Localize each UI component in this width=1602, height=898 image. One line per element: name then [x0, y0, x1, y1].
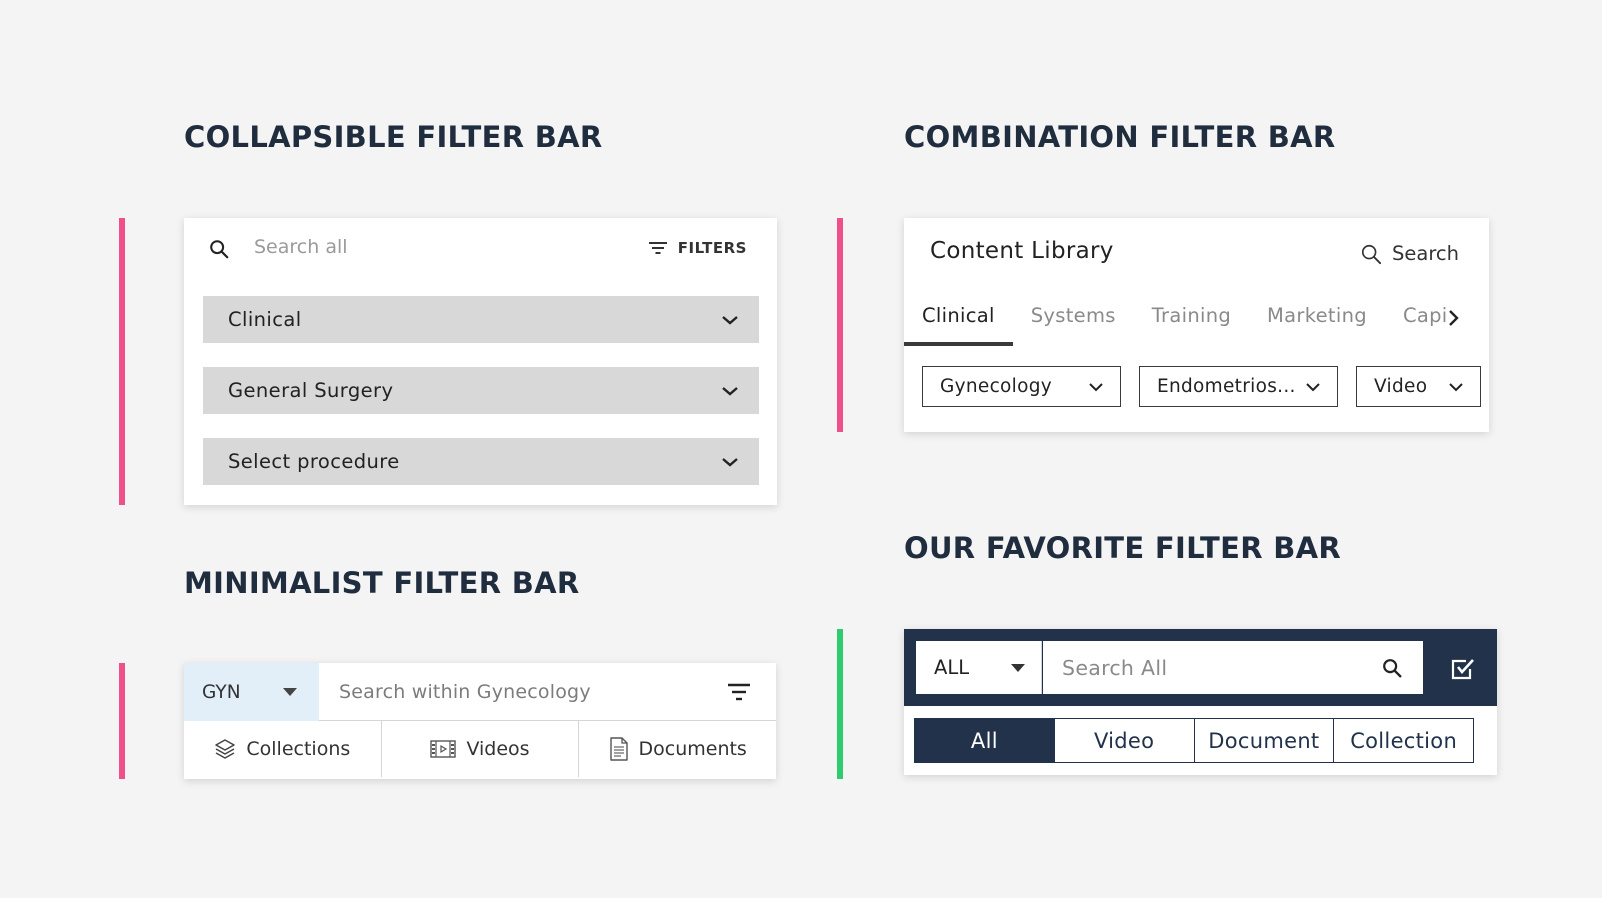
- layers-icon: [214, 738, 236, 760]
- chip-gynecology[interactable]: Gynecology: [922, 366, 1121, 407]
- document-icon: [609, 737, 629, 761]
- search-button[interactable]: Search: [1360, 242, 1459, 265]
- dropdown-general-surgery[interactable]: General Surgery: [203, 367, 759, 414]
- search-input[interactable]: Search all: [254, 236, 348, 258]
- accent-bar-pink: [119, 218, 125, 505]
- search-label: Search: [1392, 242, 1459, 265]
- chevron-down-icon: [721, 314, 739, 326]
- chevron-right-icon[interactable]: [1445, 308, 1461, 328]
- scope-value: GYN: [202, 681, 241, 703]
- favorite-section-title: OUR FAVORITE FILTER BAR: [904, 531, 1342, 565]
- chevron-down-icon: [1088, 382, 1104, 392]
- accent-bar-green: [837, 629, 843, 779]
- chevron-down-icon: [721, 456, 739, 468]
- chevron-down-icon: [1305, 382, 1321, 392]
- filters-label: FILTERS: [677, 239, 747, 257]
- dropdown-select-procedure[interactable]: Select procedure: [203, 438, 759, 485]
- chevron-down-icon: [721, 385, 739, 397]
- segment-document[interactable]: Document: [1195, 719, 1335, 762]
- favorite-filter-bar: ALL Search All All Video Document Collec…: [904, 629, 1497, 775]
- tab-clinical[interactable]: Clinical: [904, 300, 1013, 346]
- caret-down-icon: [1011, 663, 1025, 672]
- type-segmented-control: All Video Document Collection: [914, 718, 1474, 763]
- accent-bar-pink: [837, 218, 843, 432]
- caret-down-icon: [283, 688, 297, 696]
- dropdown-label: General Surgery: [228, 379, 394, 402]
- search-field[interactable]: Search All: [1043, 641, 1423, 694]
- tab-label: Videos: [466, 738, 530, 760]
- tab-training[interactable]: Training: [1134, 300, 1249, 346]
- tab-systems[interactable]: Systems: [1013, 300, 1134, 346]
- minimalist-section-title: MINIMALIST FILTER BAR: [184, 566, 580, 600]
- accent-bar-pink: [119, 663, 125, 779]
- segment-collection[interactable]: Collection: [1334, 719, 1473, 762]
- chip-label: Endometrios...: [1157, 376, 1296, 397]
- filter-lines-icon[interactable]: [726, 681, 752, 703]
- chip-video[interactable]: Video: [1356, 366, 1481, 407]
- tab-marketing[interactable]: Marketing: [1249, 300, 1385, 346]
- dropdown-label: Clinical: [228, 308, 302, 331]
- scope-select[interactable]: GYN: [184, 663, 319, 721]
- tab-collections[interactable]: Collections: [184, 721, 382, 777]
- collapsible-section-title: COLLAPSIBLE FILTER BAR: [184, 120, 603, 154]
- combination-section-title: COMBINATION FILTER BAR: [904, 120, 1336, 154]
- chip-label: Video: [1374, 376, 1428, 397]
- dropdown-label: Select procedure: [228, 450, 400, 473]
- search-row: Search all FILTERS: [184, 218, 777, 280]
- chip-label: Gynecology: [940, 376, 1053, 397]
- tab-videos[interactable]: Videos: [382, 721, 580, 777]
- search-icon[interactable]: [1381, 657, 1403, 679]
- search-row: ALL Search All: [904, 629, 1497, 706]
- tab-label: Collections: [246, 738, 351, 760]
- search-icon[interactable]: [206, 236, 232, 262]
- chip-endometriosis[interactable]: Endometrios...: [1139, 366, 1338, 407]
- search-icon: [1360, 243, 1382, 265]
- collapsible-filter-bar: Search all FILTERS Clinical General Surg…: [184, 218, 777, 505]
- search-input[interactable]: Search within Gynecology: [339, 681, 591, 703]
- search-row: GYN Search within Gynecology: [184, 663, 776, 721]
- dropdown-clinical[interactable]: Clinical: [203, 296, 759, 343]
- filter-lines-icon: [648, 240, 668, 256]
- search-input[interactable]: Search All: [1062, 656, 1167, 680]
- combination-filter-bar: Content Library Search Clinical Systems …: [904, 218, 1489, 432]
- tab-documents[interactable]: Documents: [579, 721, 776, 777]
- scope-select[interactable]: ALL: [916, 641, 1042, 694]
- type-tabs: Collections Videos Documents: [184, 721, 776, 777]
- minimalist-filter-bar: GYN Search within Gynecology Collections…: [184, 663, 776, 779]
- category-tabs: Clinical Systems Training Marketing Capi: [904, 300, 1489, 346]
- tab-label: Documents: [638, 738, 747, 760]
- segment-all[interactable]: All: [915, 719, 1055, 762]
- library-title: Content Library: [930, 238, 1114, 264]
- filter-chips: Gynecology Endometrios... Video: [922, 366, 1481, 407]
- film-icon: [430, 740, 457, 758]
- checkbox-checked-icon[interactable]: [1449, 655, 1477, 683]
- chevron-down-icon: [1448, 382, 1464, 392]
- filters-button[interactable]: FILTERS: [648, 235, 747, 261]
- scope-value: ALL: [934, 656, 970, 679]
- segment-video[interactable]: Video: [1055, 719, 1195, 762]
